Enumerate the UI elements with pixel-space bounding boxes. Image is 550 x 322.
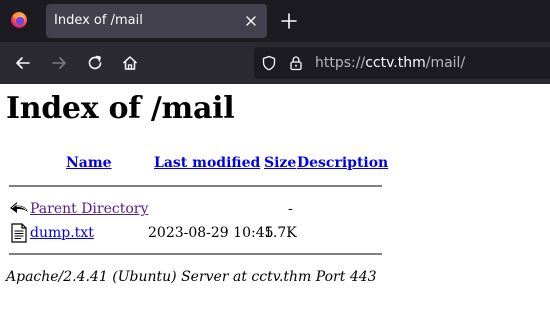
sort-by-modified-link[interactable]: Last modified <box>154 155 260 171</box>
tab-strip: Index of /mail <box>0 0 550 42</box>
shield-icon[interactable] <box>261 55 277 71</box>
address-bar[interactable]: https://cctv.thm/mail/ <box>254 47 550 79</box>
close-icon[interactable] <box>243 13 259 29</box>
parent-directory-link[interactable]: Parent Directory <box>30 201 148 217</box>
reload-icon[interactable] <box>86 54 104 72</box>
column-header-name: Name <box>66 155 112 171</box>
forward-arrow-icon[interactable] <box>50 54 68 72</box>
url-protocol: https:// <box>315 55 366 71</box>
home-icon[interactable] <box>121 54 139 72</box>
back-arrow-icon[interactable] <box>14 54 32 72</box>
firefox-icon[interactable] <box>10 11 28 29</box>
last-modified: 2023-08-29 10:45 <box>148 225 274 241</box>
plus-icon[interactable] <box>280 12 298 30</box>
sort-by-size-link[interactable]: Size <box>264 155 296 171</box>
tab-mail-index[interactable]: Index of /mail <box>46 4 267 38</box>
server-signature: Apache/2.4.41 (Ubuntu) Server at cctv.th… <box>6 269 377 285</box>
url-path: /mail/ <box>425 55 466 71</box>
tab-title: Index of /mail <box>54 13 143 28</box>
text-file-icon <box>11 223 27 243</box>
file-size: 1.7K <box>264 225 297 241</box>
list-item: dump.txt <box>30 225 94 241</box>
list-item: Parent Directory <box>30 201 148 217</box>
sort-by-description-link[interactable]: Description <box>297 155 388 171</box>
lock-icon[interactable] <box>288 55 304 71</box>
sort-by-name-link[interactable]: Name <box>66 155 112 171</box>
url-text[interactable]: https://cctv.thm/mail/ <box>315 55 465 71</box>
footer-divider <box>9 253 382 255</box>
header-divider <box>9 185 382 187</box>
page-title: Index of /mail <box>6 91 235 126</box>
navigation-toolbar: https://cctv.thm/mail/ <box>0 42 550 84</box>
file-size: - <box>288 201 293 217</box>
column-header-description: Description <box>297 155 388 171</box>
column-header-size: Size <box>264 155 296 171</box>
url-host: cctv.thm <box>365 55 426 71</box>
column-header-modified: Last modified <box>154 155 260 171</box>
page-content: Index of /mail Name Last modified Size D… <box>0 84 550 322</box>
dump-txt-link[interactable]: dump.txt <box>30 225 94 241</box>
back-icon <box>10 202 28 213</box>
